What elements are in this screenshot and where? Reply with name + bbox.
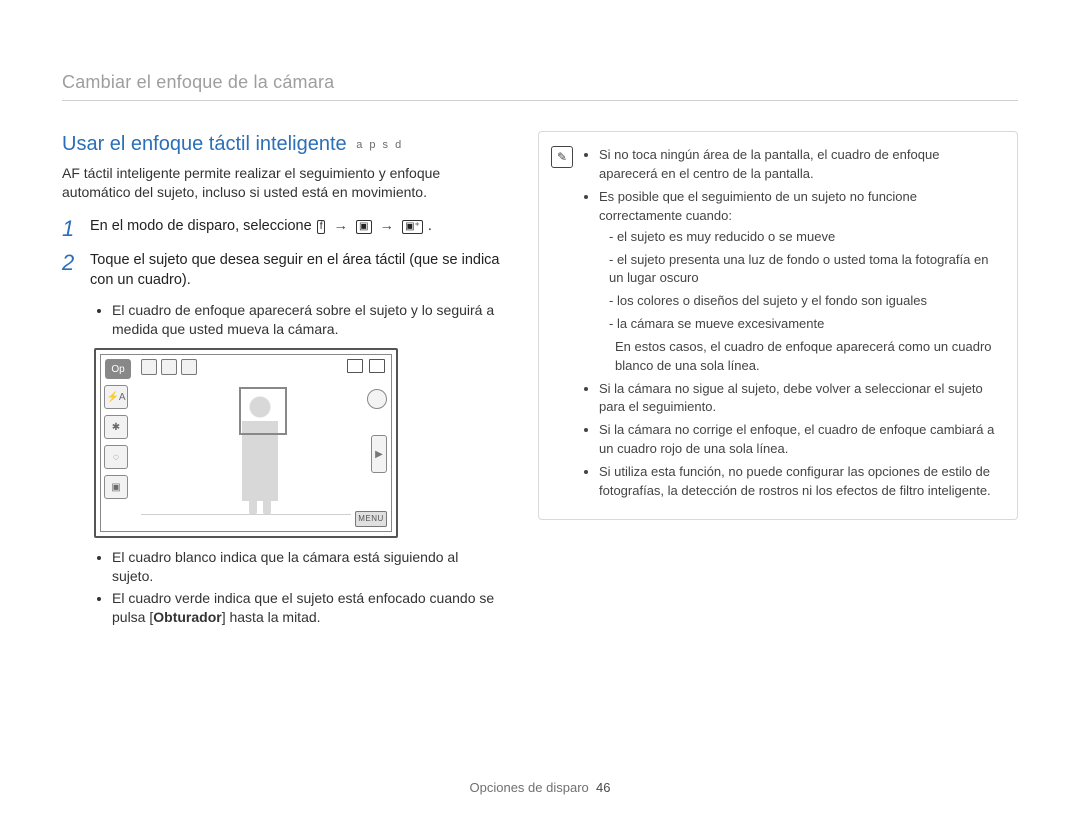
page-header: Cambiar el enfoque de la cámara xyxy=(62,70,1018,94)
mode-indicator-icon: Op xyxy=(105,359,131,379)
section-title: Usar el enfoque táctil inteligente a p s… xyxy=(62,131,502,158)
info-item: Si no toca ningún área de la pantalla, e… xyxy=(599,146,1001,184)
step-2-bullets-after: El cuadro blanco indica que la cámara es… xyxy=(94,548,502,627)
info-item: Si utiliza esta función, no puede config… xyxy=(599,463,1001,501)
lcd-frame: Op ⚡A ✱ ◌ ▣ xyxy=(100,354,392,532)
info-item: Si la cámara no corrige el enfoque, el c… xyxy=(599,421,1001,459)
section-title-text: Usar el enfoque táctil inteligente xyxy=(62,133,347,155)
bullet-text-post: ] hasta la mitad. xyxy=(222,609,321,625)
step-1: 1 En el modo de disparo, seleccione f → … xyxy=(62,216,502,240)
step-2-bullets: El cuadro de enfoque aparecerá sobre el … xyxy=(94,301,502,339)
right-column: ✎ Si no toca ningún área de la pantalla,… xyxy=(538,131,1018,637)
lcd-left-icons: ⚡A ✱ ◌ ▣ xyxy=(104,385,128,499)
bullet: El cuadro de enfoque aparecerá sobre el … xyxy=(112,301,502,339)
info-sublist: el sujeto es muy reducido o se mueve el … xyxy=(599,228,1001,334)
step-body: En el modo de disparo, seleccione f → ▣ … xyxy=(90,216,432,236)
arrow-icon: → xyxy=(331,216,352,236)
lcd-top-right-indicators xyxy=(347,359,385,373)
page-footer: Opciones de disparo 46 xyxy=(0,779,1080,797)
info-item: Es posible que el seguimiento de un suje… xyxy=(599,188,1001,376)
footer-section: Opciones de disparo xyxy=(470,780,589,795)
section-modes: a p s d xyxy=(356,139,403,151)
info-item: Si la cámara no sigue al sujeto, debe vo… xyxy=(599,380,1001,418)
focus-mode-icon: ◌ xyxy=(104,445,128,469)
shutter-label: Obturador xyxy=(153,609,221,625)
f-letter-icon: f xyxy=(317,220,326,234)
drive-mode-icon: ▣ xyxy=(104,475,128,499)
info-subitem: el sujeto es muy reducido o se mueve xyxy=(609,228,1001,247)
info-subitem: la cámara se mueve excesivamente xyxy=(609,315,1001,334)
status-icon xyxy=(347,359,363,373)
expand-handle-icon: ▶ xyxy=(371,435,387,473)
page-number: 46 xyxy=(596,780,610,795)
flash-auto-icon: ⚡A xyxy=(104,385,128,409)
floor-line xyxy=(141,514,351,515)
section-intro: AF táctil inteligente permite realizar e… xyxy=(62,164,502,202)
left-column: Usar el enfoque táctil inteligente a p s… xyxy=(62,131,502,637)
info-note: En estos casos, el cuadro de enfoque apa… xyxy=(599,338,1001,376)
focus-area-icon: ▣ xyxy=(356,220,371,234)
indicator-icon xyxy=(181,359,197,375)
info-subitem: el sujeto presenta una luz de fondo o us… xyxy=(609,251,1001,289)
step-2: 2 Toque el sujeto que desea seguir en el… xyxy=(62,250,502,291)
info-item-text: Es posible que el seguimiento de un suje… xyxy=(599,189,917,223)
header-rule xyxy=(62,100,1018,101)
menu-button-icon: MENU xyxy=(355,511,387,527)
step-body: Toque el sujeto que desea seguir en el á… xyxy=(90,250,502,291)
camera-lcd-illustration: Op ⚡A ✱ ◌ ▣ xyxy=(94,348,398,538)
step-number: 2 xyxy=(62,250,80,274)
info-box: ✎ Si no toca ningún área de la pantalla,… xyxy=(538,131,1018,519)
battery-icon xyxy=(369,359,385,373)
arrow-icon: → xyxy=(377,216,398,236)
step-1-period: . xyxy=(428,218,432,234)
note-icon: ✎ xyxy=(551,146,573,168)
bullet: El cuadro verde indica que el sujeto est… xyxy=(112,589,502,627)
lcd-top-indicators xyxy=(141,359,197,375)
step-number: 1 xyxy=(62,216,80,240)
smart-touch-af-icon: ▣⁺ xyxy=(402,220,423,234)
zoom-lens-icon xyxy=(367,389,387,409)
info-list: Si no toca ningún área de la pantalla, e… xyxy=(583,146,1001,500)
info-subitem: los colores o diseños del sujeto y el fo… xyxy=(609,292,1001,311)
step-1-text: En el modo de disparo, seleccione xyxy=(90,218,312,234)
focus-box xyxy=(239,387,287,435)
indicator-icon xyxy=(161,359,177,375)
bullet: El cuadro blanco indica que la cámara es… xyxy=(112,548,502,586)
self-timer-icon: ✱ xyxy=(104,415,128,439)
indicator-icon xyxy=(141,359,157,375)
